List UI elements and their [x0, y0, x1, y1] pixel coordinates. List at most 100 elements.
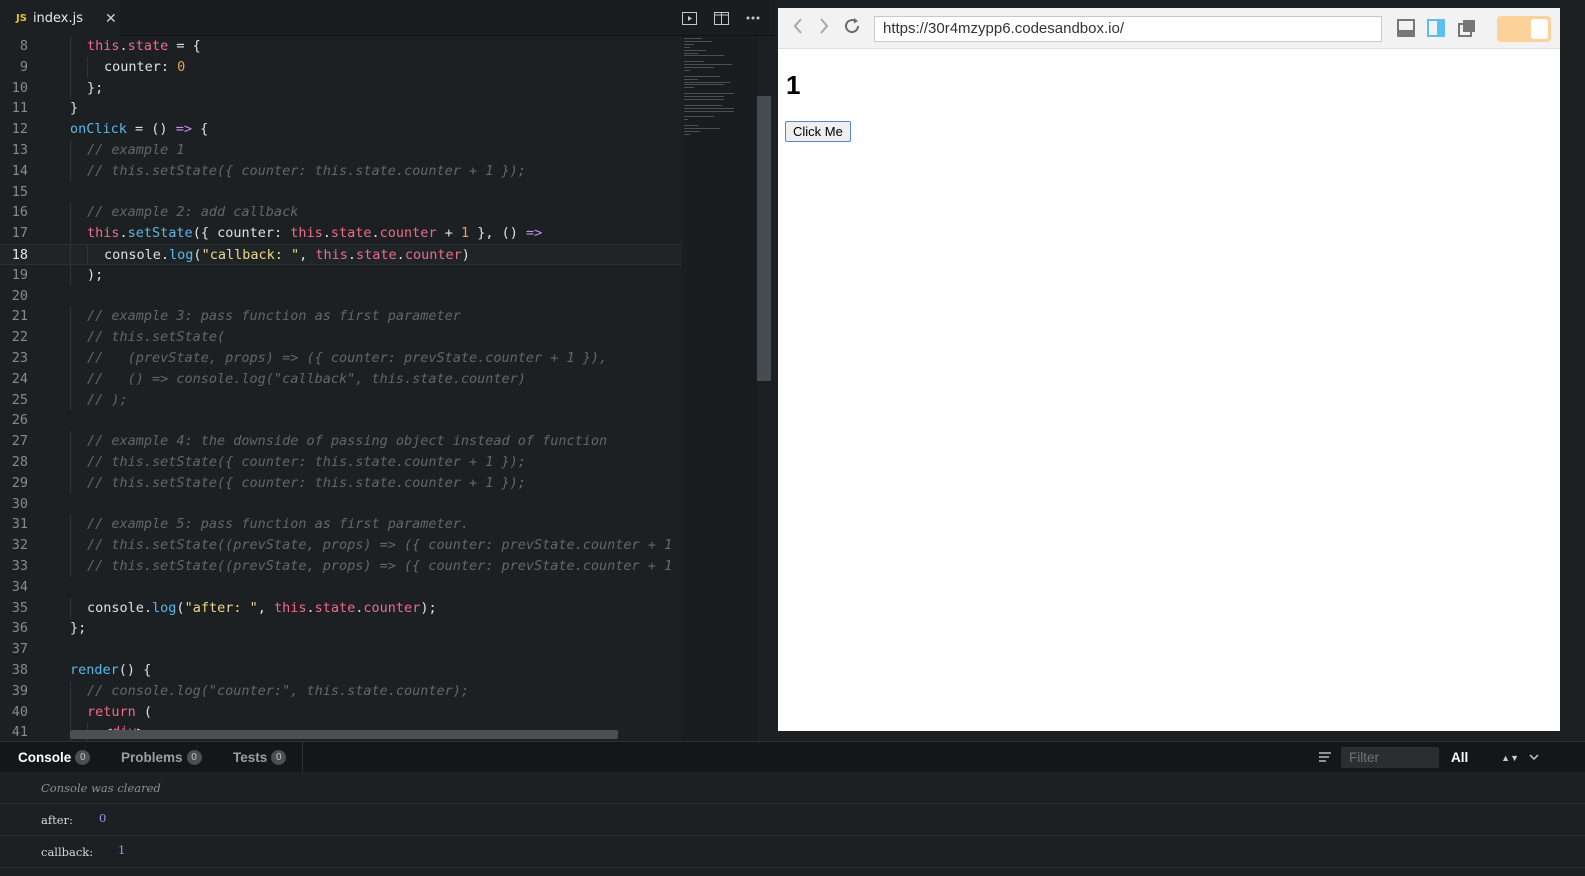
more-options-icon[interactable]: [745, 10, 761, 26]
toggle-knob: [1531, 19, 1548, 39]
refresh-icon[interactable]: [843, 17, 861, 41]
back-icon[interactable]: [792, 17, 804, 41]
code-line: 40 return (: [0, 701, 682, 723]
indent-guide: [70, 160, 71, 182]
minimap-line: [684, 78, 698, 80]
tab-tests[interactable]: Tests 0: [233, 742, 287, 773]
code-line: 20: [0, 286, 682, 307]
code-line: 34: [0, 577, 682, 598]
minimap-line: [684, 93, 734, 95]
browser-preview: https://30r4mzypp6.codesandbox.io/ 1 Cli…: [778, 8, 1560, 731]
line-number: 29: [11, 474, 28, 491]
minimap-line: [684, 81, 730, 83]
codesandbox-window: JS index.js ✕ 8 this.state = {9 counter: 0…: [0, 0, 1585, 876]
line-number: 26: [11, 412, 28, 429]
console-row: after: 0: [0, 804, 1585, 836]
code-line: 9 counter: 0: [0, 56, 682, 78]
minimap-line: [684, 96, 724, 97]
line-number: 16: [11, 204, 28, 221]
code-text: };: [87, 79, 104, 96]
minimap-line: [684, 61, 704, 63]
tab-problems-label: Problems: [121, 750, 183, 765]
code-line: 13 // example 1: [0, 139, 682, 161]
url-input[interactable]: https://30r4mzypp6.codesandbox.io/: [874, 16, 1382, 42]
code-line: 15: [0, 182, 682, 203]
minimap-line: [684, 49, 706, 51]
indent-guide: [70, 555, 71, 577]
open-window-icon[interactable]: [1458, 19, 1476, 37]
minimap-line: [684, 64, 732, 66]
indent-guide: [70, 202, 71, 224]
indent-guide: [70, 451, 71, 473]
chevron-down-icon[interactable]: [1527, 750, 1541, 764]
layout-side-icon[interactable]: [1427, 19, 1445, 37]
code-line: 24 // () => console.log("callback", this.…: [0, 368, 682, 390]
filter-icon: [1318, 750, 1332, 764]
line-number: 30: [11, 495, 28, 512]
console-row-cleared: Console was cleared: [0, 772, 1585, 804]
console-tab-bar: Console 0 Problems 0 Tests 0 All ▲▼: [0, 741, 1585, 773]
minimap-line: [684, 75, 720, 77]
tab-divider: [302, 742, 303, 773]
indent-guide: [70, 431, 71, 452]
code-text: // this.setState(: [87, 329, 226, 346]
minimap[interactable]: [682, 36, 757, 741]
code-text: }: [70, 100, 79, 117]
horizontal-scrollbar[interactable]: [70, 730, 618, 739]
click-me-button[interactable]: Click Me: [785, 121, 851, 142]
code-text: // (prevState, props) => ({ counter: pre…: [87, 349, 608, 366]
run-preview-icon[interactable]: [681, 10, 697, 26]
code-line: 32 // this.setState((prevState, props) =>…: [0, 535, 682, 556]
indent-guide: [70, 244, 71, 264]
code-line: 22 // this.setState(: [0, 327, 682, 348]
code-line: 36};: [0, 618, 682, 639]
line-number: 10: [11, 79, 28, 96]
tab-tests-count: 0: [271, 750, 287, 765]
line-number: 27: [11, 433, 28, 450]
tab-tests-label: Tests: [233, 750, 268, 765]
tab-console[interactable]: Console 0: [18, 742, 91, 773]
code-line: 25 // );: [0, 389, 682, 411]
line-number: 8: [19, 38, 28, 54]
code-line: 35 console.log("after: ", this.state.coun…: [0, 597, 682, 619]
line-number: 13: [11, 141, 28, 158]
code-area[interactable]: 8 this.state = {9 counter: 0 10}; 11} 12 onCli…: [0, 36, 682, 741]
indent-guide: [70, 680, 71, 702]
vertical-scrollbar[interactable]: [757, 36, 771, 741]
tab-console-count: 0: [75, 750, 91, 765]
console-cleared-text: Console was cleared: [41, 781, 161, 795]
split-view-icon[interactable]: [713, 10, 729, 26]
line-number: 41: [11, 724, 28, 741]
line-number: 17: [11, 225, 28, 242]
indent-guide: [70, 77, 71, 99]
tab-problems[interactable]: Problems 0: [121, 742, 202, 773]
code-text: // this.setState({ counter: this.state.c…: [87, 453, 526, 470]
minimap-line: [684, 104, 722, 106]
scrollbar-thumb[interactable]: [757, 96, 771, 381]
minimap-line: [684, 116, 714, 118]
code-text: onClick = () => {: [70, 121, 209, 138]
code-text: console.log("after: ", this.state.counte…: [87, 599, 437, 616]
minimap-line: [684, 55, 724, 57]
code-line: 33 // this.setState((prevState, props) =>…: [0, 555, 682, 577]
minimap-line: [684, 43, 694, 45]
filter-input[interactable]: [1341, 747, 1439, 768]
line-number: 9: [19, 58, 28, 75]
dev-toggle[interactable]: [1497, 16, 1551, 42]
tab-index-js[interactable]: JS index.js ✕: [0, 0, 120, 36]
layout-bottom-icon[interactable]: [1397, 19, 1415, 37]
forward-icon[interactable]: [818, 17, 830, 41]
line-number: 11: [11, 100, 28, 117]
log-level-select[interactable]: All ▲▼: [1451, 742, 1519, 773]
code-line: 11}: [0, 98, 682, 119]
minimap-line: [684, 125, 698, 126]
close-icon[interactable]: ✕: [105, 10, 117, 27]
line-number: 36: [11, 620, 28, 637]
code-line: 10};: [0, 77, 682, 99]
line-number: 31: [11, 516, 28, 533]
counter-heading: 1: [786, 70, 801, 100]
code-line: 21 // example 3: pass function as first p…: [0, 306, 682, 328]
code-line: 23 // (prevState, props) => ({ counter: p…: [0, 347, 682, 369]
